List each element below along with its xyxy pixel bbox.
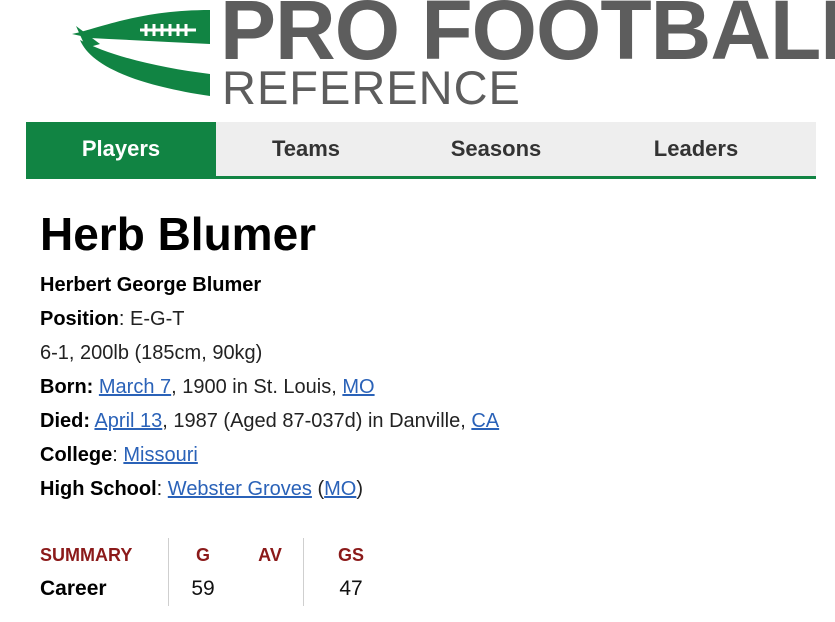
av-header: AV [237, 538, 304, 572]
nav-leaders[interactable]: Leaders [596, 122, 796, 176]
career-games: 59 [191, 577, 215, 600]
college-line: College: Missouri [40, 444, 198, 466]
full-name-line: Herbert George Blumer [40, 268, 499, 302]
summary-header-row: SUMMARY G AV GS [40, 538, 398, 572]
career-gs: 47 [339, 577, 363, 600]
summary-table: SUMMARY G AV GS Career 59 47 [40, 538, 398, 606]
position-label: Position [40, 308, 119, 330]
high-school-link[interactable]: Webster Groves [168, 478, 312, 500]
born-label: Born: [40, 376, 94, 398]
main-nav: Players Teams Seasons Leaders [26, 122, 816, 179]
died-label: Died: [40, 410, 90, 432]
football-logo-icon [72, 10, 210, 96]
high-school-label: High School [40, 478, 157, 500]
games-header: G [195, 544, 210, 565]
career-row: Career 59 47 [40, 572, 398, 606]
gs-header: GS [337, 544, 364, 565]
high-school-state-link[interactable]: MO [324, 478, 356, 500]
career-av [237, 572, 304, 606]
site-logo[interactable]: PRO FOOTBALL REFERENCE [70, 0, 835, 114]
measurements-line: 6-1, 200lb (185cm, 90kg) [40, 336, 499, 370]
died-rest: , 1987 (Aged 87-037d) in Danville, [162, 410, 472, 432]
died-line: Died: April 13, 1987 (Aged 87-037d) in D… [40, 404, 499, 438]
player-name: Herb Blumer [40, 208, 317, 260]
died-date-link[interactable]: April 13 [94, 410, 162, 432]
born-line: Born: March 7, 1900 in St. Louis, MO [40, 370, 499, 404]
high-school-line: High School: Webster Groves (MO) [40, 478, 364, 500]
died-state-link[interactable]: CA [471, 410, 499, 432]
career-label: Career [40, 572, 169, 606]
nav-players[interactable]: Players [26, 122, 216, 176]
summary-header: SUMMARY [40, 538, 169, 572]
college-link[interactable]: Missouri [123, 444, 197, 466]
nav-seasons[interactable]: Seasons [396, 122, 596, 176]
full-name: Herbert George Blumer [40, 274, 262, 296]
logo-text-bottom: REFERENCE [222, 61, 521, 114]
born-state-link[interactable]: MO [342, 376, 374, 398]
position-value: E-G-T [130, 308, 185, 330]
college-label: College [40, 444, 113, 466]
born-date-link[interactable]: March 7 [99, 376, 171, 398]
nav-teams[interactable]: Teams [216, 122, 396, 176]
position-line: Position: E-G-T [40, 308, 185, 330]
player-info: Herbert George Blumer Position: E-G-T 6-… [40, 268, 499, 506]
measurements: 6-1, 200lb (185cm, 90kg) [40, 342, 263, 364]
career-summary: SUMMARY G AV GS Career 59 47 [40, 538, 398, 606]
born-rest: , 1900 in St. Louis, [171, 376, 343, 398]
